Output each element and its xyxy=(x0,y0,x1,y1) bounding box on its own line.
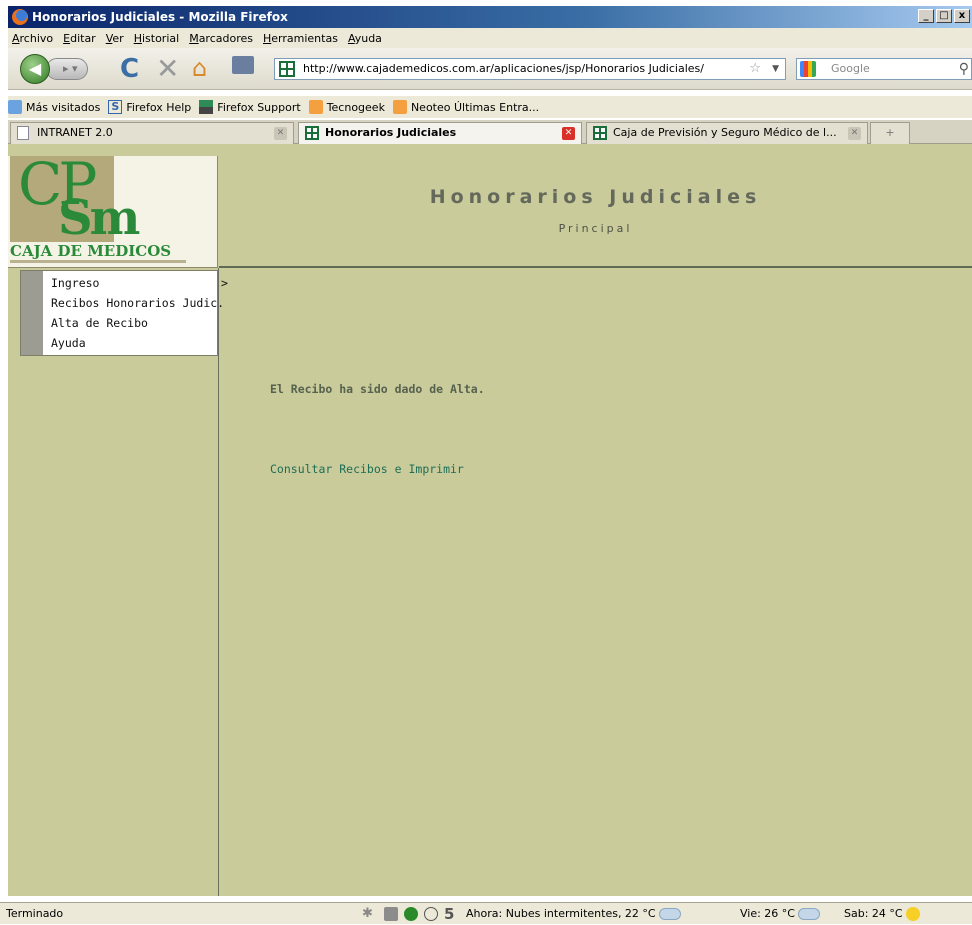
cpsm-logo: CP Sm CAJA DE MEDICOS xyxy=(8,150,218,268)
zine-icon xyxy=(199,100,214,114)
tab-strip: INTRANET 2.0 ✕ Honorarios Judiciales ✕ C… xyxy=(8,120,972,144)
google-icon xyxy=(800,61,816,77)
rss-icon xyxy=(308,100,323,114)
search-placeholder: Google xyxy=(831,62,870,75)
bug-icon[interactable]: ✱ xyxy=(362,907,376,921)
tab-caja-prevision[interactable]: Caja de Previsión y Seguro Médico de l..… xyxy=(586,122,868,144)
menu-item-recibos[interactable]: Recibos Honorarios Judic. xyxy=(51,293,224,313)
most-visited-icon xyxy=(8,100,22,114)
tab-honorarios[interactable]: Honorarios Judiciales ✕ xyxy=(298,122,582,144)
bookmark-label: Firefox Support xyxy=(217,100,301,114)
side-menu: Ingreso > Recibos Honorarios Judic. Alta… xyxy=(20,270,228,356)
close-tab-icon[interactable]: ✕ xyxy=(562,127,575,140)
page-subtitle: Principal xyxy=(558,222,633,235)
maximize-button[interactable]: □ xyxy=(936,9,952,23)
window-title: Honorarios Judiciales - Mozilla Firefox xyxy=(32,10,288,24)
weather-friday[interactable]: Vie: 26 °C xyxy=(740,903,821,925)
cloud-icon xyxy=(659,908,682,920)
menu-marcadores[interactable]: Marcadores xyxy=(185,32,259,45)
menu-archivo[interactable]: Archivo xyxy=(8,32,59,45)
tab-label: Caja de Previsión y Seguro Médico de l..… xyxy=(613,126,837,139)
bookmark-mas-visitados[interactable]: Más visitados xyxy=(8,100,100,114)
rss-icon xyxy=(392,100,407,114)
search-icon[interactable]: ⚲ xyxy=(959,59,969,79)
logo-name: CAJA DE MEDICOS xyxy=(10,242,172,260)
tab-label: Honorarios Judiciales xyxy=(325,126,457,139)
window-titlebar: Honorarios Judiciales - Mozilla Firefox … xyxy=(8,6,972,28)
minimize-button[interactable]: _ xyxy=(918,9,934,23)
menu-bar: Archivo Editar Ver Historial Marcadores … xyxy=(8,28,972,48)
cloud-icon xyxy=(798,908,821,920)
site-favicon-icon xyxy=(279,61,295,77)
confirmation-message: El Recibo ha sido dado de Alta. xyxy=(270,382,485,396)
search-input[interactable]: Google ⚲ xyxy=(796,58,972,80)
bookmark-label: Más visitados xyxy=(26,100,101,114)
status-bar: Terminado ✱ 5 Ahora: Nubes intermitentes… xyxy=(0,902,972,924)
print-icon[interactable] xyxy=(232,56,254,74)
menu-item-ingreso[interactable]: Ingreso > xyxy=(51,273,228,293)
site-favicon-icon xyxy=(593,126,607,140)
sidebar-divider xyxy=(218,268,219,896)
stop-icon[interactable]: ✕ xyxy=(156,52,179,85)
url-text: http://www.cajademedicos.com.ar/aplicaci… xyxy=(303,62,704,75)
bookmark-star-icon[interactable]: ☆ xyxy=(749,59,761,79)
bookmark-label: Neoteo Últimas Entra... xyxy=(410,100,540,114)
tool-icon[interactable] xyxy=(384,907,398,921)
menu-herramientas[interactable]: Herramientas xyxy=(259,32,344,45)
page-content: CP Sm CAJA DE MEDICOS Honorarios Judicia… xyxy=(8,144,972,896)
bookmark-firefox-support[interactable]: Firefox Support xyxy=(199,100,301,114)
tab-label: INTRANET 2.0 xyxy=(37,126,113,139)
weather-now[interactable]: Ahora: Nubes intermitentes, 22 °C xyxy=(466,903,682,925)
menu-item-ayuda[interactable]: Ayuda xyxy=(51,333,86,353)
s-icon: S xyxy=(108,100,123,114)
clock-icon[interactable] xyxy=(424,907,438,921)
reload-icon[interactable]: C xyxy=(120,54,139,84)
menu-item-alta-recibo[interactable]: Alta de Recibo xyxy=(51,313,148,333)
bookmark-neoteo[interactable]: Neoteo Últimas Entra... xyxy=(392,100,540,114)
bookmark-tecnogeek[interactable]: Tecnogeek xyxy=(308,100,385,114)
counter-badge: 5 xyxy=(444,905,455,923)
status-green-icon[interactable] xyxy=(404,907,418,921)
home-icon[interactable]: ⌂ xyxy=(192,54,207,82)
new-tab-button[interactable]: + xyxy=(870,122,910,144)
url-bar[interactable]: http://www.cajademedicos.com.ar/aplicaci… xyxy=(274,58,786,80)
tab-intranet[interactable]: INTRANET 2.0 ✕ xyxy=(10,122,294,144)
consultar-recibos-link[interactable]: Consultar Recibos e Imprimir xyxy=(270,462,464,476)
menu-ver[interactable]: Ver xyxy=(102,32,130,45)
menu-historial[interactable]: Historial xyxy=(130,32,186,45)
menu-ayuda[interactable]: Ayuda xyxy=(344,32,388,45)
close-button[interactable]: x xyxy=(954,9,970,23)
firefox-icon xyxy=(12,9,28,25)
status-text: Terminado xyxy=(6,907,64,920)
bookmark-label: Firefox Help xyxy=(126,100,192,114)
back-button[interactable]: ◀ xyxy=(20,54,50,84)
bookmark-label: Tecnogeek xyxy=(326,100,385,114)
menu-editar[interactable]: Editar xyxy=(59,32,102,45)
bookmarks-bar: Más visitados S Firefox Help Firefox Sup… xyxy=(8,96,972,118)
site-favicon-icon xyxy=(305,126,319,140)
weather-saturday[interactable]: Sab: 24 °C xyxy=(844,903,921,925)
sun-icon xyxy=(906,907,921,921)
navigation-toolbar: ▸ ▾ ◀ C ✕ ⌂ http://www.cajademedicos.com… xyxy=(8,48,972,90)
page-title: Honorarios Judiciales xyxy=(429,186,762,208)
url-dropdown-icon[interactable]: ▼ xyxy=(772,59,779,79)
close-tab-icon[interactable]: ✕ xyxy=(848,127,861,140)
page-icon xyxy=(17,126,29,140)
page-header: Honorarios Judiciales Principal xyxy=(219,156,972,268)
forward-button[interactable]: ▸ ▾ xyxy=(46,58,88,80)
bookmark-firefox-help[interactable]: S Firefox Help xyxy=(108,100,191,114)
submenu-arrow-icon: > xyxy=(221,276,228,290)
close-tab-icon[interactable]: ✕ xyxy=(274,127,287,140)
